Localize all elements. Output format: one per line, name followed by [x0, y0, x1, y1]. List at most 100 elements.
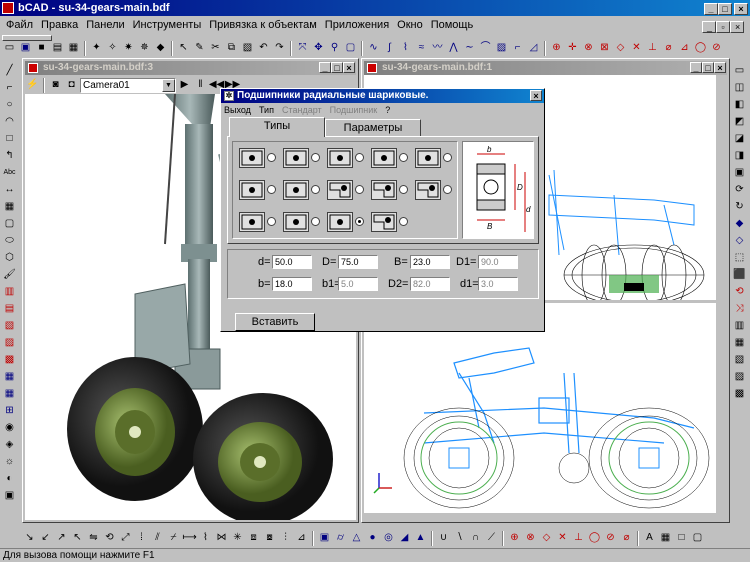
select-icon[interactable]: ↖ [176, 41, 191, 56]
left-min-icon[interactable]: _ [319, 62, 331, 73]
zoom-window-icon[interactable]: ▢ [343, 41, 358, 56]
snap-quad-icon[interactable]: ◇ [613, 41, 628, 56]
view-top-icon[interactable]: ▭ [732, 63, 747, 78]
bt-arrow1-icon[interactable]: ↘ [22, 531, 37, 546]
shade2-icon[interactable]: ◇ [732, 233, 747, 248]
bearing-type-3-radio[interactable] [355, 153, 364, 162]
bt-cone-icon[interactable]: △ [349, 531, 364, 546]
edit-icon[interactable]: ✎ [192, 41, 207, 56]
undo-icon[interactable]: ↶ [256, 41, 271, 56]
view-persp-icon[interactable]: ◪ [732, 131, 747, 146]
cut-icon[interactable]: ✂ [208, 41, 223, 56]
wire-viewport-bottom[interactable] [364, 303, 716, 513]
redraw-icon[interactable]: ⟳ [732, 182, 747, 197]
left-close-icon[interactable]: × [343, 62, 355, 73]
bt-arrow3-icon[interactable]: ↗ [54, 531, 69, 546]
curve1-icon[interactable]: ∿ [366, 41, 381, 56]
orbit-icon[interactable]: ⟲ [732, 284, 747, 299]
view-front-icon[interactable]: ◫ [732, 80, 747, 95]
ellipse-icon[interactable]: ⬭ [2, 233, 17, 248]
view-side-icon[interactable]: ◧ [732, 97, 747, 112]
print-icon[interactable]: ▤ [50, 41, 65, 56]
regen-icon[interactable]: ↻ [732, 199, 747, 214]
menu-file[interactable]: Файл [2, 16, 37, 34]
arc-tool-icon[interactable]: ◠ [2, 114, 17, 129]
bt-table-icon[interactable]: ▦ [658, 531, 673, 546]
circle-icon[interactable]: ○ [2, 97, 17, 112]
dialog-menu-type[interactable]: Тип [259, 103, 274, 117]
bt-wedge-icon[interactable]: ◢ [397, 531, 412, 546]
bt-arrow4-icon[interactable]: ↖ [70, 531, 85, 546]
close-icon[interactable]: × [734, 3, 748, 15]
bt-box2-icon[interactable]: □ [674, 531, 689, 546]
zoom-icon[interactable]: ⚲ [327, 41, 342, 56]
walk-icon[interactable]: ⤨ [732, 301, 747, 316]
hatch-tool-icon[interactable]: ▦ [2, 199, 17, 214]
bt-intersect-icon[interactable]: ∩ [468, 531, 483, 546]
bt-snap5-icon[interactable]: ⊥ [571, 531, 586, 546]
camera-set-icon[interactable]: ◘ [64, 78, 79, 93]
bearing-type-8-radio[interactable] [355, 185, 364, 194]
gear-icon[interactable]: ✷ [121, 41, 136, 56]
mdi-close-icon[interactable]: × [730, 21, 744, 33]
bt-snap2-icon[interactable]: ⊗ [523, 531, 538, 546]
left-max-icon[interactable]: □ [331, 62, 343, 73]
bearing-type-4-radio[interactable] [399, 153, 408, 162]
bt-extend-icon[interactable]: ⟼ [182, 531, 197, 546]
bearing-type-13-radio[interactable] [355, 217, 364, 226]
bt-snap7-icon[interactable]: ⊘ [603, 531, 618, 546]
paste-icon[interactable]: ▧ [240, 41, 255, 56]
menu-snap[interactable]: Привязка к объектам [205, 16, 321, 34]
bt-torus-icon[interactable]: ◎ [381, 531, 396, 546]
save-icon[interactable]: ■ [34, 41, 49, 56]
wave2-icon[interactable]: 〰 [430, 41, 445, 56]
dialog-close-icon[interactable]: × [530, 90, 542, 101]
block-icon[interactable]: ▢ [2, 216, 17, 231]
scene-icon[interactable]: ▣ [2, 488, 17, 503]
param-b-input[interactable]: 18.0 [272, 277, 312, 291]
bearing-type-2-radio[interactable] [311, 153, 320, 162]
insert-button[interactable]: Вставить [235, 313, 315, 331]
bt-trim-icon[interactable]: ⌿ [166, 531, 181, 546]
bt-snap3-icon[interactable]: ◇ [539, 531, 554, 546]
snap-none-icon[interactable]: ⊘ [709, 41, 724, 56]
preview-icon[interactable]: ▦ [66, 41, 81, 56]
grid-icon[interactable]: ⊞ [2, 403, 17, 418]
layer5-icon[interactable]: ▩ [732, 386, 747, 401]
bearing-type-9-radio[interactable] [399, 185, 408, 194]
text-tool-icon[interactable]: Abc [2, 165, 17, 180]
bearing-type-10-radio[interactable] [443, 185, 452, 194]
bearing-type-5-radio[interactable] [443, 153, 452, 162]
dim-icon[interactable]: ↔ [2, 182, 17, 197]
object-icon[interactable]: ◆ [153, 41, 168, 56]
material-icon[interactable]: ◐ [2, 471, 17, 486]
param-B-input[interactable]: 23.0 [410, 255, 450, 269]
bt-box-icon[interactable]: ▣ [317, 531, 332, 546]
play-icon[interactable]: ▶ [177, 78, 192, 93]
polygon-icon[interactable]: ⬡ [2, 250, 17, 265]
mesh2-icon[interactable]: ▦ [2, 386, 17, 401]
layer4-icon[interactable]: ▨ [732, 369, 747, 384]
bt-sphere-icon[interactable]: ● [365, 531, 380, 546]
menu-edit[interactable]: Правка [37, 16, 82, 34]
bt-mirror-icon[interactable]: ⇋ [86, 531, 101, 546]
layer3-icon[interactable]: ▧ [732, 352, 747, 367]
render-icon[interactable]: ◈ [2, 437, 17, 452]
hidden-icon[interactable]: ⬛ [732, 267, 747, 282]
bt-arrow2-icon[interactable]: ↙ [38, 531, 53, 546]
snap-int-icon[interactable]: ✕ [629, 41, 644, 56]
dialog-menu-help[interactable]: ? [385, 103, 390, 117]
gear2-icon[interactable]: ✵ [137, 41, 152, 56]
bt-snap4-icon[interactable]: ✕ [555, 531, 570, 546]
bearing-type-1-radio[interactable] [267, 153, 276, 162]
bt-scale-icon[interactable]: ⤢ [118, 531, 133, 546]
loft-icon[interactable]: ▨ [2, 335, 17, 350]
bt-union-icon[interactable]: ∪ [436, 531, 451, 546]
camera-icon[interactable]: ◉ [2, 420, 17, 435]
hook-icon[interactable]: ↰ [2, 148, 17, 163]
snap-center-icon[interactable]: ⊗ [581, 41, 596, 56]
dialog-menu-exit[interactable]: Выход [224, 103, 251, 117]
chamfer-icon[interactable]: ◿ [526, 41, 541, 56]
view-iso-icon[interactable]: ◩ [732, 114, 747, 129]
minimize-icon[interactable]: _ [704, 3, 718, 15]
